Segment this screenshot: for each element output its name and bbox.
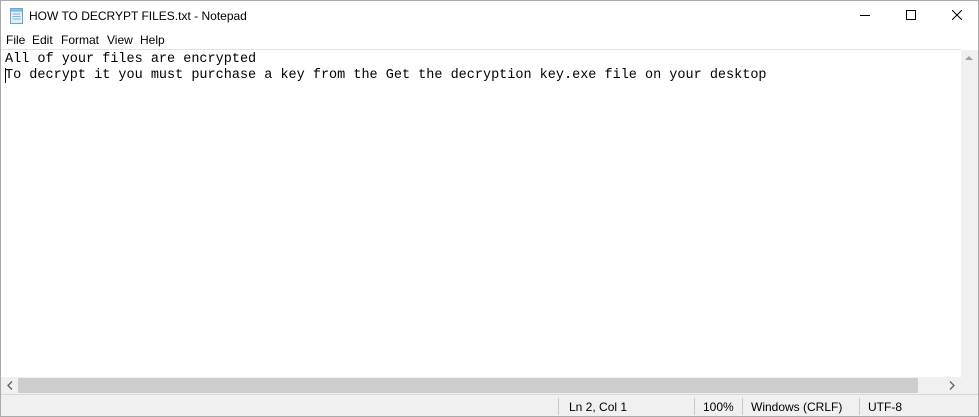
close-icon [951, 7, 963, 25]
title-bar[interactable]: HOW TO DECRYPT FILES.txt - Notepad [1, 1, 978, 31]
scrollbar-corner [961, 377, 978, 394]
scroll-up-icon[interactable] [965, 56, 973, 60]
menu-format[interactable]: Format [61, 32, 99, 48]
maximize-icon [906, 7, 916, 25]
notepad-icon [10, 8, 23, 24]
line-ending: Windows (CRLF) [751, 400, 843, 414]
menu-edit[interactable]: Edit [32, 32, 53, 48]
scroll-left-icon[interactable] [5, 380, 15, 391]
window-title: HOW TO DECRYPT FILES.txt - Notepad [29, 9, 247, 23]
scroll-right-icon[interactable] [947, 380, 957, 391]
minimize-button[interactable] [842, 1, 888, 31]
vertical-scrollbar[interactable] [961, 50, 978, 377]
status-divider [558, 398, 559, 415]
cursor-position: Ln 2, Col 1 [569, 400, 628, 414]
text-editor[interactable]: All of your files are encrypted To decry… [1, 49, 961, 378]
close-button[interactable] [934, 1, 978, 31]
status-divider [694, 398, 695, 415]
status-divider [742, 398, 743, 415]
maximize-button[interactable] [888, 1, 934, 31]
menu-view[interactable]: View [107, 32, 133, 48]
status-bar: Ln 2, Col 1 100% Windows (CRLF) UTF-8 [1, 394, 978, 416]
minimize-icon [860, 7, 870, 25]
status-divider [859, 398, 860, 415]
zoom-level: 100% [703, 400, 734, 414]
horizontal-scrollbar[interactable] [1, 377, 961, 394]
text-caret [5, 68, 6, 83]
encoding: UTF-8 [868, 400, 902, 414]
notepad-window: HOW TO DECRYPT FILES.txt - Notepad File … [0, 0, 979, 417]
text-line[interactable]: To decrypt it you must purchase a key fr… [5, 67, 767, 84]
menu-help[interactable]: Help [140, 32, 165, 48]
text-line[interactable]: All of your files are encrypted [5, 51, 256, 68]
menu-bar: File Edit Format View Help [1, 31, 978, 49]
scroll-thumb[interactable] [18, 378, 918, 393]
menu-file[interactable]: File [6, 32, 25, 48]
